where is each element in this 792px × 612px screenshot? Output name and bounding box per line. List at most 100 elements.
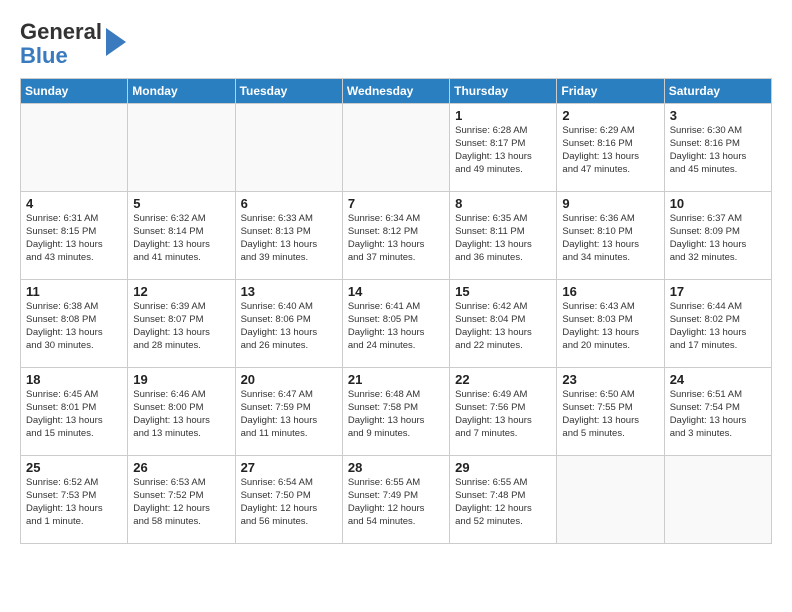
day-number: 10	[670, 196, 766, 211]
calendar-cell: 24 Sunrise: 6:51 AM Sunset: 7:54 PM Dayli…	[664, 368, 771, 456]
calendar-cell: 26 Sunrise: 6:53 AM Sunset: 7:52 PM Dayli…	[128, 456, 235, 544]
calendar-cell: 23 Sunrise: 6:50 AM Sunset: 7:55 PM Dayli…	[557, 368, 664, 456]
calendar-cell: 10 Sunrise: 6:37 AM Sunset: 8:09 PM Dayli…	[664, 192, 771, 280]
calendar-cell: 29 Sunrise: 6:55 AM Sunset: 7:48 PM Dayli…	[450, 456, 557, 544]
day-info: Sunrise: 6:43 AM Sunset: 8:03 PM Dayligh…	[562, 301, 658, 352]
day-number: 2	[562, 108, 658, 123]
day-info: Sunrise: 6:44 AM Sunset: 8:02 PM Dayligh…	[670, 301, 766, 352]
day-number: 11	[26, 284, 122, 299]
header-friday: Friday	[557, 79, 664, 104]
logo-general: General	[20, 19, 102, 44]
calendar-body: 1Sunrise: 6:28 AM Sunset: 8:17 PM Daylig…	[21, 104, 772, 544]
day-info: Sunrise: 6:45 AM Sunset: 8:01 PM Dayligh…	[26, 389, 122, 440]
calendar-cell: 28 Sunrise: 6:55 AM Sunset: 7:49 PM Dayli…	[342, 456, 449, 544]
calendar-cell	[128, 104, 235, 192]
day-number: 13	[241, 284, 337, 299]
calendar-cell: 2 Sunrise: 6:29 AM Sunset: 8:16 PM Daylig…	[557, 104, 664, 192]
calendar-cell: 1Sunrise: 6:28 AM Sunset: 8:17 PM Daylig…	[450, 104, 557, 192]
day-info: Sunrise: 6:29 AM Sunset: 8:16 PM Dayligh…	[562, 125, 658, 176]
calendar-cell: 16 Sunrise: 6:43 AM Sunset: 8:03 PM Dayli…	[557, 280, 664, 368]
day-info: Sunrise: 6:40 AM Sunset: 8:06 PM Dayligh…	[241, 301, 337, 352]
header-wednesday: Wednesday	[342, 79, 449, 104]
day-number: 18	[26, 372, 122, 387]
day-info: Sunrise: 6:42 AM Sunset: 8:04 PM Dayligh…	[455, 301, 551, 352]
week-row-3: 11 Sunrise: 6:38 AM Sunset: 8:08 PM Dayli…	[21, 280, 772, 368]
day-number: 9	[562, 196, 658, 211]
day-info: Sunrise: 6:48 AM Sunset: 7:58 PM Dayligh…	[348, 389, 444, 440]
day-info: Sunrise: 6:49 AM Sunset: 7:56 PM Dayligh…	[455, 389, 551, 440]
day-info: Sunrise: 6:32 AM Sunset: 8:14 PM Dayligh…	[133, 213, 229, 264]
calendar-cell: 9 Sunrise: 6:36 AM Sunset: 8:10 PM Daylig…	[557, 192, 664, 280]
calendar-cell: 4 Sunrise: 6:31 AM Sunset: 8:15 PM Daylig…	[21, 192, 128, 280]
calendar-cell	[557, 456, 664, 544]
day-info: Sunrise: 6:53 AM Sunset: 7:52 PM Dayligh…	[133, 477, 229, 528]
day-number: 24	[670, 372, 766, 387]
week-row-4: 18 Sunrise: 6:45 AM Sunset: 8:01 PM Dayli…	[21, 368, 772, 456]
day-info: Sunrise: 6:31 AM Sunset: 8:15 PM Dayligh…	[26, 213, 122, 264]
day-number: 17	[670, 284, 766, 299]
calendar-cell: 22 Sunrise: 6:49 AM Sunset: 7:56 PM Dayli…	[450, 368, 557, 456]
day-info: Sunrise: 6:52 AM Sunset: 7:53 PM Dayligh…	[26, 477, 122, 528]
calendar-cell: 12Sunrise: 6:39 AM Sunset: 8:07 PM Dayli…	[128, 280, 235, 368]
logo-arrow-icon	[106, 28, 126, 56]
day-number: 23	[562, 372, 658, 387]
calendar-cell: 15Sunrise: 6:42 AM Sunset: 8:04 PM Dayli…	[450, 280, 557, 368]
calendar-cell: 14 Sunrise: 6:41 AM Sunset: 8:05 PM Dayli…	[342, 280, 449, 368]
day-number: 26	[133, 460, 229, 475]
calendar-cell: 27 Sunrise: 6:54 AM Sunset: 7:50 PM Dayli…	[235, 456, 342, 544]
calendar-table: SundayMondayTuesdayWednesdayThursdayFrid…	[20, 78, 772, 544]
calendar-cell: 20Sunrise: 6:47 AM Sunset: 7:59 PM Dayli…	[235, 368, 342, 456]
day-number: 16	[562, 284, 658, 299]
day-number: 22	[455, 372, 551, 387]
day-number: 5	[133, 196, 229, 211]
day-number: 28	[348, 460, 444, 475]
day-number: 19	[133, 372, 229, 387]
day-info: Sunrise: 6:50 AM Sunset: 7:55 PM Dayligh…	[562, 389, 658, 440]
day-info: Sunrise: 6:54 AM Sunset: 7:50 PM Dayligh…	[241, 477, 337, 528]
page-header: General Blue	[20, 16, 772, 68]
calendar-cell	[664, 456, 771, 544]
day-number: 14	[348, 284, 444, 299]
calendar-cell: 25Sunrise: 6:52 AM Sunset: 7:53 PM Dayli…	[21, 456, 128, 544]
day-number: 12	[133, 284, 229, 299]
header-sunday: Sunday	[21, 79, 128, 104]
week-row-1: 1Sunrise: 6:28 AM Sunset: 8:17 PM Daylig…	[21, 104, 772, 192]
day-info: Sunrise: 6:51 AM Sunset: 7:54 PM Dayligh…	[670, 389, 766, 440]
calendar-cell: 7 Sunrise: 6:34 AM Sunset: 8:12 PM Daylig…	[342, 192, 449, 280]
day-number: 6	[241, 196, 337, 211]
day-number: 27	[241, 460, 337, 475]
logo-blue: Blue	[20, 43, 68, 68]
calendar-cell	[21, 104, 128, 192]
day-number: 1	[455, 108, 551, 123]
calendar-cell: 13 Sunrise: 6:40 AM Sunset: 8:06 PM Dayli…	[235, 280, 342, 368]
calendar-header-row: SundayMondayTuesdayWednesdayThursdayFrid…	[21, 79, 772, 104]
day-info: Sunrise: 6:30 AM Sunset: 8:16 PM Dayligh…	[670, 125, 766, 176]
logo: General Blue	[20, 20, 126, 68]
header-thursday: Thursday	[450, 79, 557, 104]
day-info: Sunrise: 6:55 AM Sunset: 7:48 PM Dayligh…	[455, 477, 551, 528]
calendar-cell: 5 Sunrise: 6:32 AM Sunset: 8:14 PM Daylig…	[128, 192, 235, 280]
week-row-2: 4 Sunrise: 6:31 AM Sunset: 8:15 PM Daylig…	[21, 192, 772, 280]
day-number: 8	[455, 196, 551, 211]
day-number: 21	[348, 372, 444, 387]
calendar-cell: 17 Sunrise: 6:44 AM Sunset: 8:02 PM Dayli…	[664, 280, 771, 368]
day-info: Sunrise: 6:36 AM Sunset: 8:10 PM Dayligh…	[562, 213, 658, 264]
day-info: Sunrise: 6:33 AM Sunset: 8:13 PM Dayligh…	[241, 213, 337, 264]
day-number: 4	[26, 196, 122, 211]
day-info: Sunrise: 6:38 AM Sunset: 8:08 PM Dayligh…	[26, 301, 122, 352]
header-saturday: Saturday	[664, 79, 771, 104]
day-info: Sunrise: 6:55 AM Sunset: 7:49 PM Dayligh…	[348, 477, 444, 528]
calendar-cell: 19 Sunrise: 6:46 AM Sunset: 8:00 PM Dayli…	[128, 368, 235, 456]
calendar-cell: 11 Sunrise: 6:38 AM Sunset: 8:08 PM Dayli…	[21, 280, 128, 368]
header-monday: Monday	[128, 79, 235, 104]
day-number: 3	[670, 108, 766, 123]
day-info: Sunrise: 6:46 AM Sunset: 8:00 PM Dayligh…	[133, 389, 229, 440]
day-info: Sunrise: 6:41 AM Sunset: 8:05 PM Dayligh…	[348, 301, 444, 352]
calendar-cell: 6 Sunrise: 6:33 AM Sunset: 8:13 PM Daylig…	[235, 192, 342, 280]
calendar-cell: 21 Sunrise: 6:48 AM Sunset: 7:58 PM Dayli…	[342, 368, 449, 456]
calendar-cell: 3 Sunrise: 6:30 AM Sunset: 8:16 PM Daylig…	[664, 104, 771, 192]
day-info: Sunrise: 6:37 AM Sunset: 8:09 PM Dayligh…	[670, 213, 766, 264]
day-number: 29	[455, 460, 551, 475]
day-info: Sunrise: 6:34 AM Sunset: 8:12 PM Dayligh…	[348, 213, 444, 264]
day-number: 7	[348, 196, 444, 211]
